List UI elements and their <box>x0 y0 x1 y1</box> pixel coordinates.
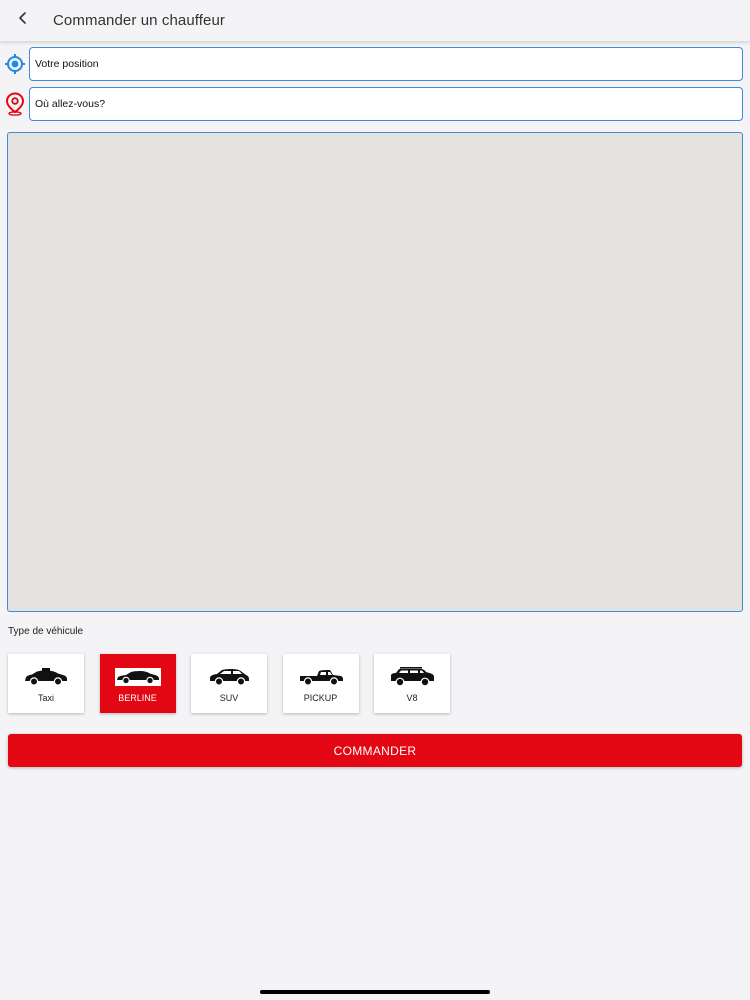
destination-input[interactable] <box>29 87 743 121</box>
vehicle-name: PICKUP <box>303 693 338 703</box>
locate-icon[interactable] <box>4 51 26 77</box>
chevron-left-icon <box>17 11 29 30</box>
origin-row <box>0 47 750 81</box>
vehicle-type-list: Taxi BERLINE SUV PICKUP V8 <box>8 654 466 714</box>
map-pin-icon <box>4 91 26 117</box>
map-view[interactable] <box>7 132 743 612</box>
vehicle-option-taxi[interactable]: Taxi <box>8 654 84 713</box>
page-title: Commander un chauffeur <box>53 12 226 29</box>
vehicle-option-suv[interactable]: SUV <box>191 654 267 713</box>
vehicle-option-pickup[interactable]: PICKUP <box>282 654 359 713</box>
vehicle-option-v8[interactable]: V8 <box>374 654 450 713</box>
taxi-icon <box>22 666 70 688</box>
origin-input[interactable] <box>29 47 743 81</box>
back-button[interactable] <box>0 0 46 42</box>
home-indicator <box>260 990 490 994</box>
order-button[interactable]: COMMANDER <box>8 734 742 767</box>
vehicle-name: SUV <box>219 693 239 703</box>
vehicle-name: V8 <box>406 693 418 703</box>
vehicle-name: Taxi <box>37 693 54 703</box>
app-header: Commander un chauffeur <box>0 0 750 42</box>
vehicle-name: BERLINE <box>118 693 157 703</box>
v8-suv-icon <box>388 666 436 688</box>
destination-row <box>0 87 750 121</box>
app: Commander un chauffeur Ty <box>0 0 750 1000</box>
pickup-icon <box>297 666 345 688</box>
sedan-icon <box>114 668 161 686</box>
vehicle-type-label: Type de véhicule <box>8 626 84 637</box>
vehicle-option-berline[interactable]: BERLINE <box>99 654 176 713</box>
suv-icon <box>205 666 253 688</box>
